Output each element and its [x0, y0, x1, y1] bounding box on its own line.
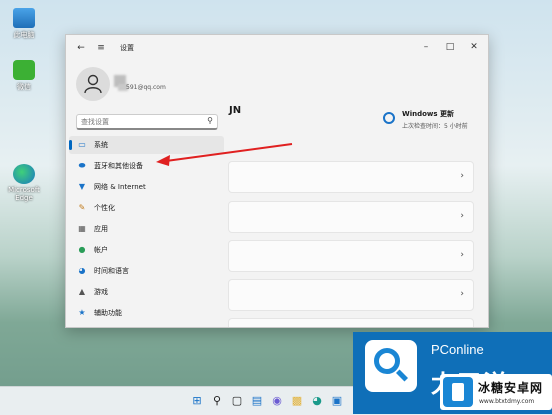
- store-icon[interactable]: ▣: [330, 394, 344, 408]
- widgets-icon[interactable]: ▤: [250, 394, 264, 408]
- pconline-brand: PConline: [431, 342, 484, 357]
- badge-title: 冰糖安卓网: [478, 381, 544, 395]
- search-icon[interactable]: ⚲: [210, 394, 224, 408]
- task-view-icon[interactable]: ▢: [230, 394, 244, 408]
- edge-taskbar-icon[interactable]: ◕: [310, 394, 324, 408]
- chat-icon[interactable]: ◉: [270, 394, 284, 408]
- phone-logo-icon: [443, 377, 473, 407]
- badge-subtitle: www.btxtdmy.com: [479, 398, 535, 405]
- site-badge-watermark: 冰糖安卓网 www.btxtdmy.com: [440, 374, 552, 410]
- pconline-logo-icon: [365, 340, 417, 392]
- start-icon[interactable]: ⊞: [190, 394, 204, 408]
- file-explorer-icon[interactable]: ▩: [290, 394, 304, 408]
